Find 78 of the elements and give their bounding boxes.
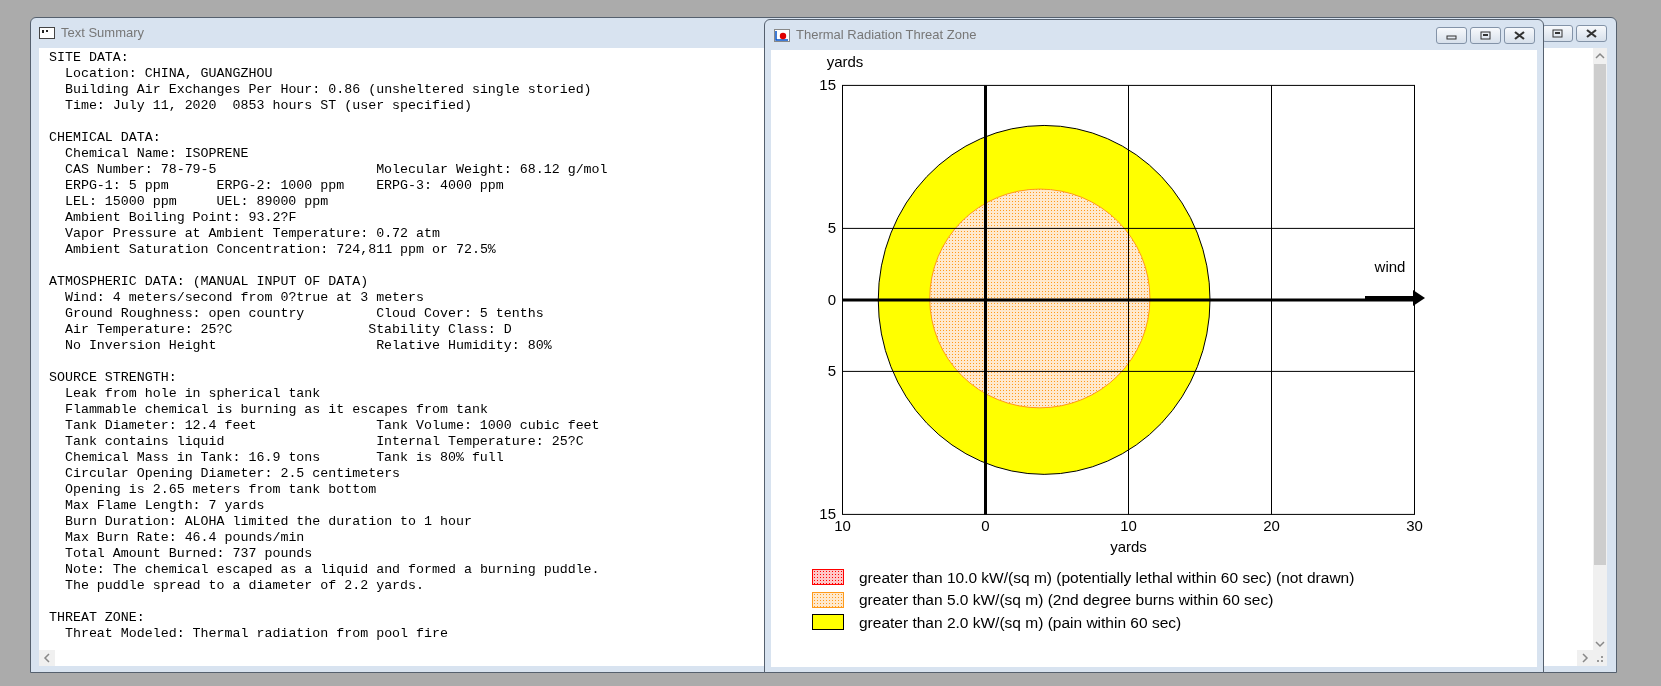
minimize-button[interactable] xyxy=(1436,26,1467,44)
tick-label: 10 xyxy=(1120,517,1137,534)
window-title: Thermal Radiation Threat Zone xyxy=(796,26,977,45)
summary-text: The puddle spread to a diameter of 2.2 yards. xyxy=(64,578,425,593)
summary-text: Building Air Exchanges Per Hour: 0.86 (unsheltered single storied) xyxy=(64,82,592,97)
close-icon xyxy=(1514,30,1525,40)
summary-text: Cloud Cover: 5 tenths xyxy=(376,306,544,321)
close-button[interactable] xyxy=(1576,24,1607,42)
summary-text: Stability Class: D xyxy=(368,322,512,337)
axis-label: yards xyxy=(826,53,864,70)
summary-text: Ground Roughness: open country xyxy=(64,306,305,321)
summary-text: LEL: 15000 ppm xyxy=(64,194,177,209)
summary-text: ERPG-3: 4000 ppm xyxy=(376,178,504,193)
section-heading: SITE DATA: xyxy=(49,50,129,66)
tick-label: 15 xyxy=(819,76,836,94)
chart-icon xyxy=(774,28,790,42)
section-heading: ATMOSPHERIC DATA: (MANUAL INPUT OF DATA) xyxy=(49,274,369,290)
summary-text: Time: July 11, 2020 0853 hours ST (user specified) xyxy=(64,98,472,113)
summary-text: Chemical Name: ISOPRENE xyxy=(64,146,249,161)
maximize-button[interactable] xyxy=(1542,24,1573,42)
tick-label: 20 xyxy=(1263,517,1280,534)
arrow-right-icon xyxy=(1581,653,1589,663)
maximize-icon xyxy=(1552,28,1563,38)
summary-text: No Inversion Height xyxy=(64,338,217,353)
summary-text: Opening is 2.65 meters from tank bottom xyxy=(64,482,377,497)
document-icon xyxy=(39,27,55,39)
maximize-button[interactable] xyxy=(1470,26,1501,44)
wind-arrow xyxy=(1365,290,1425,306)
summary-text: UEL: 89000 ppm xyxy=(216,194,329,209)
summary-text: CAS Number: 78-79-5 xyxy=(64,162,217,177)
summary-text: Air Temperature: 25?C xyxy=(64,322,233,337)
summary-text: Flammable chemical is burning as it escapes from tank xyxy=(64,402,488,417)
legend-text: greater than 10.0 kW/(sq m) (potentially lethal within 60 sec) (not drawn) xyxy=(859,567,1355,588)
section-heading: THREAT ZONE: xyxy=(49,610,145,626)
tick-label: 0 xyxy=(981,517,990,534)
summary-text: ERPG-1: 5 ppm xyxy=(64,178,169,193)
tick-label: 5 xyxy=(827,219,836,237)
summary-text: Note: The chemical escaped as a liquid and formed a burning puddle. xyxy=(64,562,600,577)
summary-text: Tank is 80% full xyxy=(376,450,504,465)
tick-label: 5 xyxy=(827,362,836,380)
wind-label: wind xyxy=(1374,258,1406,275)
arrow-left-icon xyxy=(43,653,51,663)
summary-text: ERPG-2: 1000 ppm xyxy=(216,178,345,193)
summary-text: Ambient Saturation Concentration: 724,811 ppm or 72.5% xyxy=(64,242,496,257)
section-heading: SOURCE STRENGTH: xyxy=(49,370,177,386)
arrow-down-icon xyxy=(1595,640,1605,648)
summary-text: Max Burn Rate: 46.4 pounds/min xyxy=(64,530,305,545)
summary-text: Burn Duration: ALOHA limited the duration to 1 hour xyxy=(64,514,472,529)
summary-text: Chemical Mass in Tank: 16.9 tons xyxy=(64,450,321,465)
summary-text: Internal Temperature: 25?C xyxy=(376,434,584,449)
summary-text: Location: CHINA, GUANGZHOU xyxy=(64,66,273,81)
window-title: Text Summary xyxy=(61,24,145,43)
close-icon xyxy=(1586,28,1597,38)
summary-text: Total Amount Burned: 737 pounds xyxy=(64,546,313,561)
legend-text: greater than 2.0 kW/(sq m) (pain within 60 sec) xyxy=(859,612,1182,633)
arrow-up-icon xyxy=(1595,52,1605,60)
summary-text: Circular Opening Diameter: 2.5 centimeters xyxy=(64,466,401,481)
summary-text: Max Flame Length: 7 yards xyxy=(64,498,265,513)
summary-text: Molecular Weight: 68.12 g/mol xyxy=(376,162,608,177)
scroll-thumb[interactable] xyxy=(1594,64,1606,565)
tick-label: 10 xyxy=(834,517,851,534)
summary-text: Threat Modeled: Thermal radiation from pool fire xyxy=(64,626,448,641)
summary-text: Tank Diameter: 12.4 feet xyxy=(64,418,257,433)
summary-text: Wind: 4 meters/second from 0?true at 3 meters xyxy=(64,290,425,305)
tick-label: 30 xyxy=(1406,517,1423,534)
summary-text: Tank contains liquid xyxy=(64,434,225,449)
summary-text: Relative Humidity: 80% xyxy=(376,338,552,353)
axis-label: yards xyxy=(1110,538,1147,555)
section-heading: CHEMICAL DATA: xyxy=(49,130,161,146)
summary-text: Tank Volume: 1000 cubic feet xyxy=(376,418,600,433)
tick-label: 15 xyxy=(819,505,836,523)
maximize-icon xyxy=(1480,30,1491,40)
tick-label: 0 xyxy=(827,290,836,308)
summary-text: Leak from hole in spherical tank xyxy=(64,386,321,401)
close-button[interactable] xyxy=(1504,26,1535,44)
legend-text: greater than 5.0 kW/(sq m) (2nd degree burns within 60 sec) xyxy=(859,590,1274,611)
summary-text: Vapor Pressure at Ambient Temperature: 0.72 atm xyxy=(64,226,440,241)
summary-text: Ambient Boiling Point: 93.2?F xyxy=(64,210,297,225)
